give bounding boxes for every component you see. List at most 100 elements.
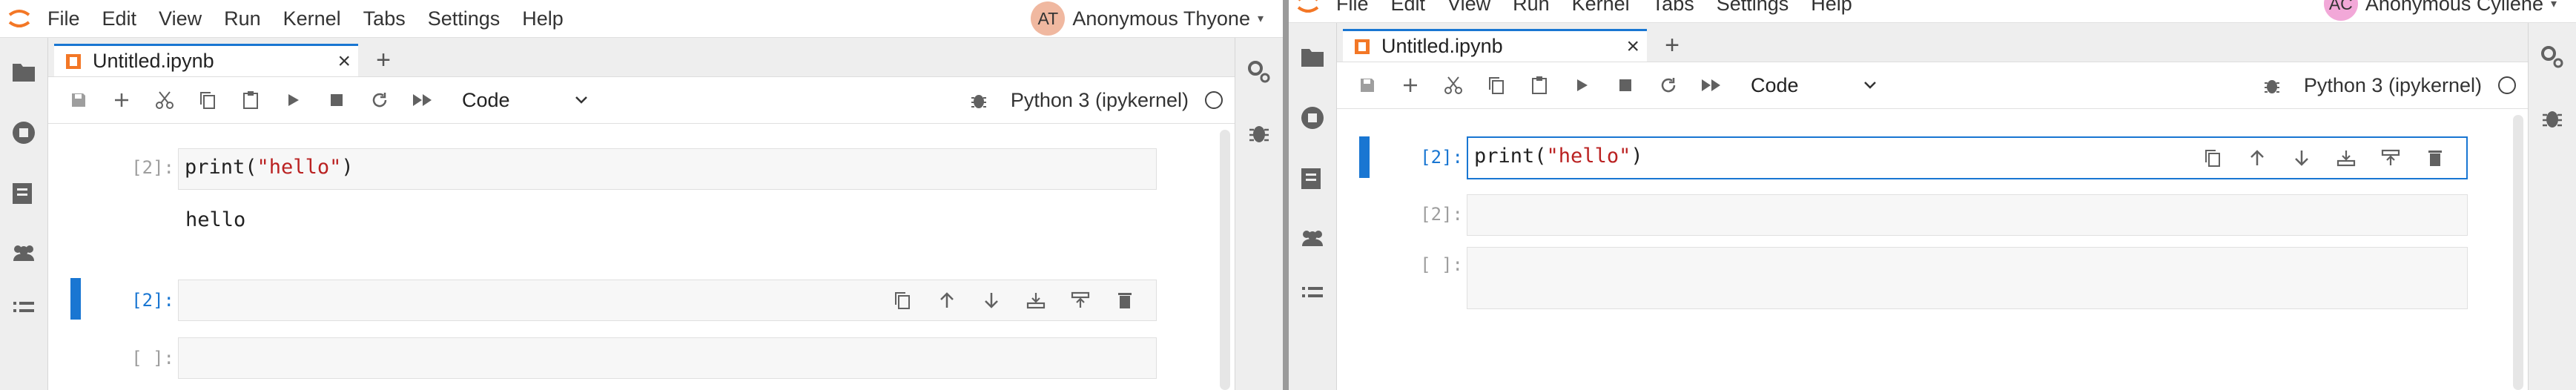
delete-icon[interactable]: [1103, 284, 1147, 317]
caret-down-icon: ▾: [1257, 13, 1264, 25]
menu-settings[interactable]: Settings: [428, 7, 501, 30]
code-cell-input[interactable]: print("hello"): [1467, 136, 2468, 179]
kernel-name[interactable]: Python 3 (ipykernel): [2304, 74, 2482, 97]
scrollbar[interactable]: [2513, 115, 2523, 390]
run-icon[interactable]: [1561, 67, 1604, 104]
menu-tabs[interactable]: Tabs: [1652, 0, 1694, 16]
list-icon[interactable]: [1296, 278, 1329, 311]
stop-icon[interactable]: [1604, 67, 1647, 104]
insert-above-icon[interactable]: [2368, 142, 2413, 174]
stop-icon[interactable]: [315, 82, 358, 119]
active-cell-marker[interactable]: [1359, 136, 1370, 178]
menu-edit[interactable]: Edit: [102, 7, 137, 30]
collaborators-icon[interactable]: [1296, 222, 1329, 254]
menu-help[interactable]: Help: [522, 7, 564, 30]
add-cell-icon[interactable]: [1389, 67, 1432, 104]
kernel-name[interactable]: Python 3 (ipykernel): [1011, 89, 1189, 112]
menu-kernel[interactable]: Kernel: [1572, 0, 1630, 16]
menu-kernel[interactable]: Kernel: [283, 7, 341, 30]
menu-run[interactable]: Run: [224, 7, 261, 30]
running-kernels-icon[interactable]: [1296, 102, 1329, 134]
kernel-status-icon: [1205, 91, 1223, 109]
user-menu[interactable]: AT Anonymous Thyone ▾: [1031, 0, 1264, 37]
save-icon[interactable]: [57, 82, 100, 119]
debugger-icon[interactable]: [1243, 116, 1275, 149]
move-up-icon[interactable]: [2235, 142, 2279, 174]
insert-below-icon[interactable]: [2324, 142, 2368, 174]
add-tab-button[interactable]: +: [367, 45, 400, 75]
code-cell-input[interactable]: [178, 337, 1157, 379]
delete-icon[interactable]: [2413, 142, 2457, 174]
cell-type-select[interactable]: Code: [462, 89, 588, 112]
debugger-icon[interactable]: [2536, 102, 2569, 134]
cut-icon[interactable]: [1432, 67, 1475, 104]
code-cell-input[interactable]: [1467, 247, 2468, 309]
menu-run[interactable]: Run: [1513, 0, 1550, 16]
move-down-icon[interactable]: [969, 284, 1014, 317]
cut-icon[interactable]: [143, 82, 186, 119]
tab-untitled-notebook[interactable]: Untitled.ipynb ×: [54, 44, 358, 76]
code-cell-input[interactable]: print("hello"): [178, 148, 1157, 190]
menu-settings[interactable]: Settings: [1717, 0, 1789, 16]
restart-icon[interactable]: [1647, 67, 1690, 104]
main-area: Untitled.ipynb × + Code Python 3 (ipyker…: [1337, 23, 2528, 390]
duplicate-cell-icon[interactable]: [2190, 142, 2235, 174]
user-menu[interactable]: AC Anonymous Cyllene ▾: [2323, 0, 2557, 22]
property-inspector-icon[interactable]: [2536, 41, 2569, 73]
menu-tabs[interactable]: Tabs: [363, 7, 406, 30]
collaborators-icon[interactable]: [7, 237, 40, 269]
tab-untitled-notebook[interactable]: Untitled.ipynb ×: [1343, 29, 1647, 62]
main-area: Untitled.ipynb × + Code Python 3 (ipyker…: [48, 38, 1235, 390]
table-of-contents-icon[interactable]: [7, 177, 40, 210]
menu-view[interactable]: View: [159, 7, 202, 30]
tab-title: Untitled.ipynb: [93, 50, 214, 72]
insert-above-icon[interactable]: [1058, 284, 1103, 317]
fast-forward-icon[interactable]: [401, 82, 444, 119]
add-cell-icon[interactable]: [100, 82, 143, 119]
user-avatar: AC: [2323, 0, 2358, 21]
code-cell-input[interactable]: [1467, 194, 2468, 236]
menu-view[interactable]: View: [1447, 0, 1490, 16]
cell-type-value: Code: [1751, 73, 1799, 96]
jupyter-logo-icon[interactable]: [1293, 0, 1323, 19]
save-icon[interactable]: [1346, 67, 1389, 104]
menu-edit[interactable]: Edit: [1391, 0, 1426, 16]
paste-icon[interactable]: [1518, 67, 1561, 104]
list-icon[interactable]: [7, 293, 40, 325]
user-name: Anonymous Thyone: [1072, 7, 1250, 30]
bug-icon[interactable]: [969, 90, 988, 110]
menu-help[interactable]: Help: [1811, 0, 1852, 16]
folder-icon[interactable]: [7, 56, 40, 88]
cell-toolbar: [880, 280, 1147, 320]
paste-icon[interactable]: [229, 82, 272, 119]
scrollbar[interactable]: [1220, 130, 1230, 390]
duplicate-cell-icon[interactable]: [880, 284, 925, 317]
add-tab-button[interactable]: +: [1656, 30, 1688, 60]
right-sidebar: [1235, 38, 1283, 390]
cell-prompt: [2]:: [131, 290, 174, 311]
table-of-contents-icon[interactable]: [1296, 162, 1329, 195]
copy-icon[interactable]: [1475, 67, 1518, 104]
menu-file[interactable]: File: [47, 7, 80, 30]
active-cell-marker[interactable]: [70, 278, 81, 320]
bug-icon[interactable]: [2262, 76, 2282, 95]
menu-bar: File Edit View Run Kernel Tabs Settings …: [1289, 0, 2576, 23]
close-icon[interactable]: ×: [1626, 36, 1639, 58]
menu-file[interactable]: File: [1336, 0, 1369, 16]
folder-icon[interactable]: [1296, 41, 1329, 73]
move-down-icon[interactable]: [2279, 142, 2324, 174]
fast-forward-icon[interactable]: [1690, 67, 1733, 104]
restart-icon[interactable]: [358, 82, 401, 119]
code-cell-input[interactable]: [178, 280, 1157, 321]
run-icon[interactable]: [272, 82, 315, 119]
copy-icon[interactable]: [186, 82, 229, 119]
property-inspector-icon[interactable]: [1243, 56, 1275, 88]
jupyter-logo-icon[interactable]: [4, 4, 34, 33]
running-kernels-icon[interactable]: [7, 116, 40, 149]
close-icon[interactable]: ×: [337, 50, 351, 73]
insert-below-icon[interactable]: [1014, 284, 1058, 317]
move-up-icon[interactable]: [925, 284, 969, 317]
cell-prompt: [2]:: [1420, 204, 1463, 225]
kernel-indicator: Python 3 (ipykernel): [969, 77, 1223, 123]
cell-type-select[interactable]: Code: [1751, 74, 1877, 97]
